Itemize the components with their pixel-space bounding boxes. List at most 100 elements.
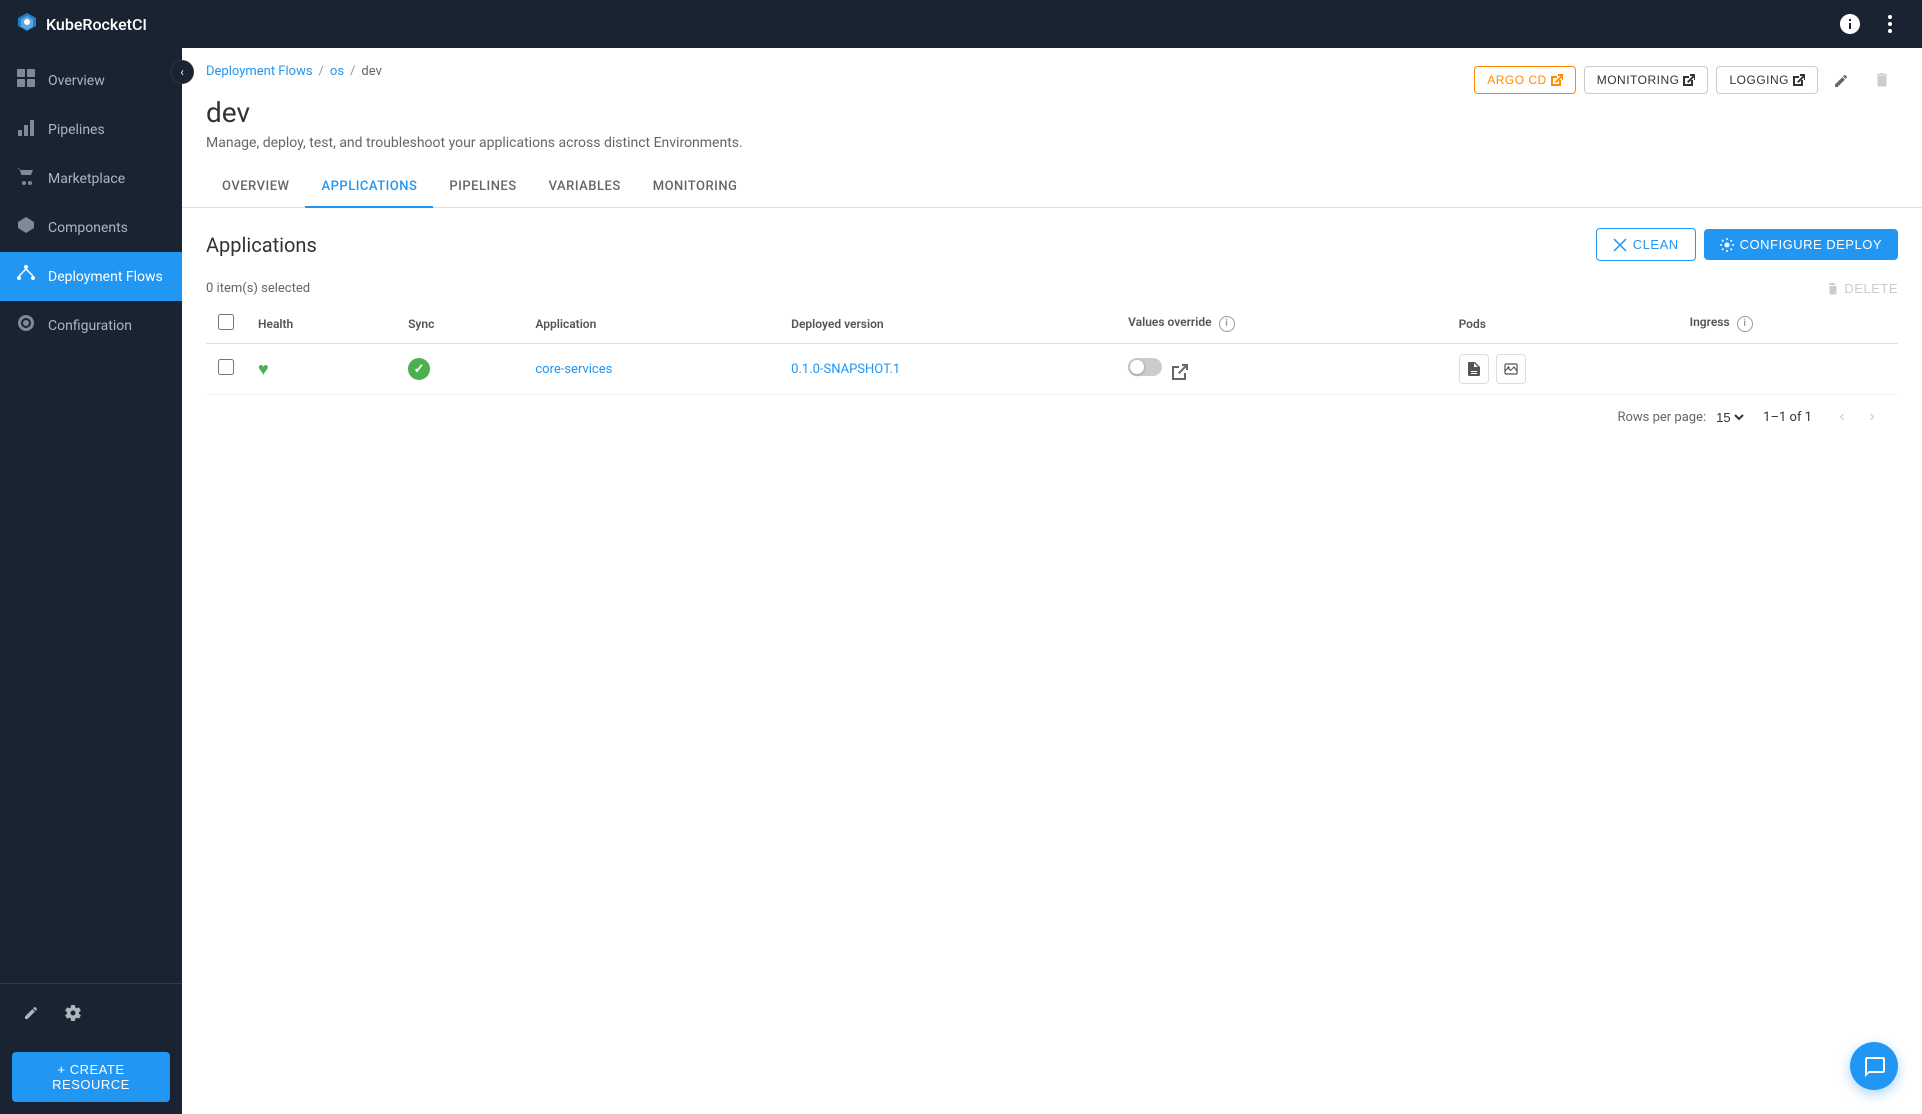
pods-col-label: Pods	[1459, 317, 1486, 331]
create-resource-button[interactable]: + CREATE RESOURCE	[12, 1052, 170, 1102]
ingress-info-icon[interactable]: i	[1737, 316, 1753, 332]
values-override-col-label: Values override	[1128, 315, 1211, 329]
rows-per-page-label: Rows per page:	[1617, 410, 1706, 425]
image-icon	[1504, 362, 1518, 376]
page-top-actions: ARGO CD MONITORING LOGGING	[1474, 64, 1898, 96]
toggle-track	[1128, 358, 1162, 376]
row-application-cell: core-services	[523, 344, 779, 395]
breadcrumb: Deployment Flows / os / dev	[206, 64, 382, 79]
edit-icon-button[interactable]	[16, 996, 48, 1028]
values-override-info-icon[interactable]: i	[1219, 316, 1235, 332]
chat-fab-button[interactable]	[1850, 1042, 1898, 1090]
delete-button[interactable]: DELETE	[1826, 281, 1898, 296]
more-button[interactable]	[1874, 8, 1906, 40]
logging-label: LOGGING	[1729, 73, 1789, 87]
breadcrumb-os[interactable]: os	[330, 64, 344, 79]
marketplace-icon	[16, 166, 36, 191]
breadcrumb-sep-1: /	[319, 64, 324, 79]
tab-pipelines[interactable]: PIPELINES	[433, 167, 532, 208]
col-application: Application	[523, 304, 779, 344]
sidebar-item-deployment-flows[interactable]: Deployment Flows	[0, 252, 182, 301]
logo-icon	[16, 11, 38, 38]
application-link[interactable]: core-services	[535, 362, 612, 377]
external-link-icon-monitoring	[1683, 74, 1695, 86]
configure-icon	[1720, 238, 1734, 252]
breadcrumb-sep-2: /	[350, 64, 355, 79]
row-ingress-cell	[1678, 344, 1898, 395]
page-header: Deployment Flows / os / dev ARGO CD MONI…	[182, 48, 1922, 96]
sidebar: ‹ Overview Pipelines	[0, 48, 182, 1114]
col-deployed-version: Deployed version	[779, 304, 1116, 344]
sidebar-item-configuration[interactable]: Configuration	[0, 301, 182, 350]
edit-page-button[interactable]	[1826, 64, 1858, 96]
section-header: Applications CLEAN CONFIGURE DEPLOY	[206, 228, 1898, 261]
delete-label: DELETE	[1844, 281, 1898, 296]
logging-button[interactable]: LOGGING	[1716, 66, 1818, 94]
settings-icon-button[interactable]	[56, 996, 88, 1028]
page-range: 1–1 of 1	[1763, 410, 1812, 425]
col-sync: Sync	[396, 304, 523, 344]
row-deployed-version-cell: 0.1.0-SNAPSHOT.1	[779, 344, 1116, 395]
breadcrumb-deployment-flows[interactable]: Deployment Flows	[206, 64, 313, 79]
pods-image-button[interactable]	[1496, 354, 1526, 384]
rows-per-page-select[interactable]: 15 25 50	[1712, 409, 1747, 426]
selection-count: 0 item(s) selected	[206, 281, 310, 296]
sidebar-item-components[interactable]: Components	[0, 203, 182, 252]
row-sync-cell: ✓	[396, 344, 523, 395]
pagination-nav: ‹ ›	[1828, 403, 1886, 431]
tab-overview[interactable]: OVERVIEW	[206, 167, 305, 208]
tab-monitoring[interactable]: MONITORING	[637, 167, 754, 208]
configure-deploy-button[interactable]: CONFIGURE DEPLOY	[1704, 229, 1898, 260]
pagination-bar: Rows per page: 15 25 50 1–1 of 1 ‹ ›	[206, 395, 1898, 439]
version-link[interactable]: 0.1.0-SNAPSHOT.1	[791, 362, 900, 377]
pods-file-button[interactable]	[1459, 354, 1489, 384]
monitoring-button[interactable]: MONITORING	[1584, 66, 1709, 94]
delete-icon	[1826, 282, 1840, 296]
sidebar-item-marketplace[interactable]: Marketplace	[0, 154, 182, 203]
main-content: Deployment Flows / os / dev ARGO CD MONI…	[182, 48, 1922, 1114]
row-checkbox-cell	[206, 344, 246, 395]
sync-icon: ✓	[408, 358, 430, 380]
section-actions: CLEAN CONFIGURE DEPLOY	[1596, 228, 1898, 261]
monitoring-label: MONITORING	[1597, 73, 1680, 87]
pagination-prev-button[interactable]: ‹	[1828, 403, 1856, 431]
col-health: Health	[246, 304, 396, 344]
health-col-label: Health	[258, 317, 293, 331]
page-title-area: dev Manage, deploy, test, and troublesho…	[182, 96, 1922, 167]
deployed-version-col-label: Deployed version	[791, 317, 883, 331]
sidebar-bottom	[0, 983, 182, 1040]
app-title: KubeRocketCI	[46, 15, 147, 34]
app-body: ‹ Overview Pipelines	[0, 48, 1922, 1114]
page-header-left: Deployment Flows / os / dev	[206, 64, 382, 87]
file-icon	[1467, 362, 1481, 376]
sidebar-label-deployment-flows: Deployment Flows	[48, 269, 163, 285]
row-pods-cell	[1447, 344, 1678, 395]
info-button[interactable]	[1834, 8, 1866, 40]
sidebar-item-pipelines[interactable]: Pipelines	[0, 105, 182, 154]
col-values-override: Values override i	[1116, 304, 1446, 344]
select-all-checkbox[interactable]	[218, 314, 234, 330]
pagination-next-button[interactable]: ›	[1858, 403, 1886, 431]
argo-cd-label: ARGO CD	[1487, 73, 1547, 87]
toggle-thumb	[1130, 360, 1144, 374]
col-ingress: Ingress i	[1678, 304, 1898, 344]
tab-variables[interactable]: VARIABLES	[533, 167, 637, 208]
tab-applications[interactable]: APPLICATIONS	[305, 167, 433, 208]
values-override-toggle[interactable]	[1128, 358, 1162, 376]
components-icon	[16, 215, 36, 240]
section-title: Applications	[206, 233, 317, 257]
argo-cd-button[interactable]: ARGO CD	[1474, 66, 1576, 94]
ingress-col-label: Ingress	[1690, 315, 1730, 329]
health-icon: ♥	[258, 359, 269, 380]
logo-area: KubeRocketCI	[16, 11, 1834, 38]
delete-page-button[interactable]	[1866, 64, 1898, 96]
row-checkbox[interactable]	[218, 359, 234, 375]
sidebar-item-overview[interactable]: Overview	[0, 56, 182, 105]
clean-icon	[1613, 238, 1627, 252]
sidebar-nav: Overview Pipelines Marketplace	[0, 48, 182, 983]
clean-button[interactable]: CLEAN	[1596, 228, 1696, 261]
pipelines-icon	[16, 117, 36, 142]
values-external-link-icon[interactable]	[1172, 364, 1188, 380]
sidebar-collapse-button[interactable]: ‹	[170, 60, 194, 84]
top-header: KubeRocketCI	[0, 0, 1922, 48]
